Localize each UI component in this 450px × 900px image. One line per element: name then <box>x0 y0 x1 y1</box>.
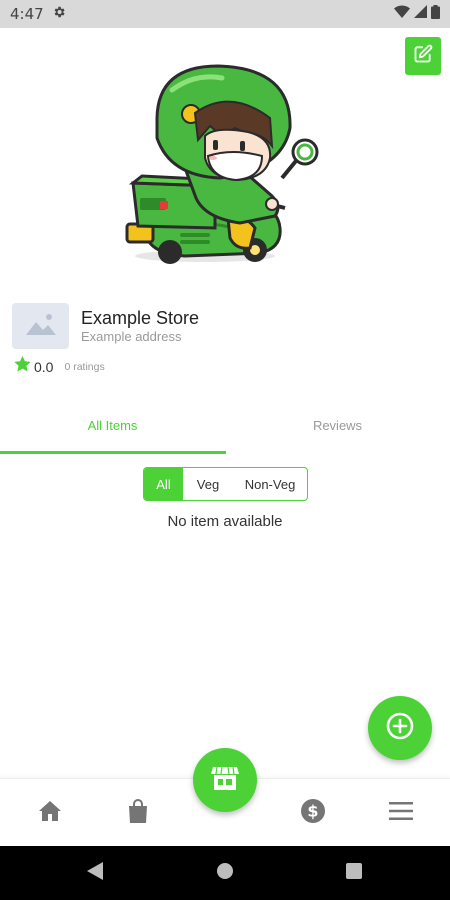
rating-value: 0.0 <box>34 358 54 375</box>
store-icon <box>211 765 239 796</box>
empty-items-message: No item available <box>167 513 283 530</box>
system-back-button[interactable] <box>85 861 105 885</box>
nav-earnings-button[interactable]: $ <box>298 798 328 828</box>
filter-non-veg-button[interactable]: Non-Veg <box>233 468 307 500</box>
status-time: 4:47 <box>10 5 44 23</box>
tab-all-items[interactable]: All Items <box>0 405 225 445</box>
recents-square-icon <box>345 862 363 885</box>
store-screen: 4:47 Example Store Example address 0.0 0… <box>0 0 450 900</box>
add-item-button[interactable] <box>368 696 432 760</box>
status-bar: 4:47 <box>0 0 450 28</box>
store-tabs: All Items Reviews <box>0 405 450 455</box>
system-home-button[interactable] <box>215 862 235 885</box>
store-logo-placeholder <box>12 303 69 349</box>
rating-count: 0 ratings <box>64 360 105 373</box>
nav-home-button[interactable] <box>35 798 65 828</box>
system-navigation-bar <box>0 846 450 900</box>
signal-icon <box>414 5 427 23</box>
store-name: Example Store <box>81 308 200 328</box>
settings-icon <box>52 5 66 24</box>
filter-all-button[interactable]: All <box>144 468 183 500</box>
item-type-filter: All Veg Non-Veg <box>143 467 308 501</box>
svg-text:$: $ <box>307 801 318 820</box>
battery-icon <box>431 4 440 24</box>
edit-store-button[interactable] <box>405 37 441 75</box>
filter-veg-button[interactable]: Veg <box>183 468 233 500</box>
nav-menu-button[interactable] <box>386 798 416 828</box>
nav-orders-button[interactable] <box>123 798 153 828</box>
tab-reviews[interactable]: Reviews <box>225 405 450 445</box>
plus-circle-icon <box>385 711 415 746</box>
home-circle-icon <box>216 862 234 885</box>
menu-icon <box>389 801 413 825</box>
store-cover-image <box>0 28 450 288</box>
rating-row: 0.0 0 ratings <box>14 356 105 377</box>
bag-icon <box>127 798 149 828</box>
back-triangle-icon <box>87 861 103 885</box>
store-address: Example address <box>81 329 182 344</box>
edit-icon <box>413 44 433 69</box>
dollar-icon: $ <box>300 798 326 829</box>
tab-indicator <box>0 451 226 454</box>
home-icon <box>38 800 62 827</box>
wifi-icon <box>394 5 410 23</box>
system-recents-button[interactable] <box>344 862 364 885</box>
nav-store-button[interactable] <box>193 748 257 812</box>
star-icon <box>14 356 31 377</box>
image-placeholder-icon <box>24 311 58 342</box>
